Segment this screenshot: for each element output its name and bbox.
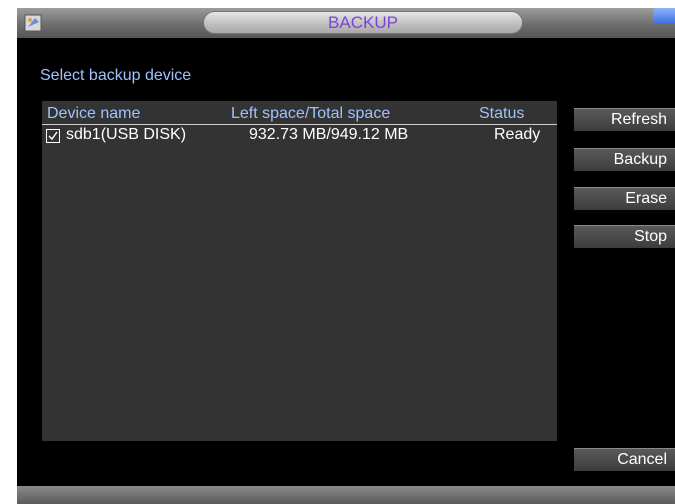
window-title: BACKUP: [203, 11, 523, 34]
title-bar: BACKUP: [17, 8, 675, 38]
column-header-status: Status: [479, 105, 525, 122]
checkmark-icon: [48, 131, 58, 141]
column-header-device-name: Device name: [47, 105, 141, 122]
device-table: Device name Left space/Total space Statu…: [42, 101, 557, 441]
space-cell: 932.73 MB/949.12 MB: [249, 126, 409, 143]
erase-button[interactable]: Erase: [574, 187, 675, 210]
window-corner-icon[interactable]: [653, 8, 675, 24]
device-checkbox[interactable]: [46, 129, 60, 143]
app-logo-icon: [24, 14, 42, 32]
backup-button[interactable]: Backup: [574, 148, 675, 171]
table-row[interactable]: sdb1(USB DISK) 932.73 MB/949.12 MB Ready: [42, 125, 557, 147]
refresh-button[interactable]: Refresh: [574, 108, 675, 131]
cancel-button[interactable]: Cancel: [574, 448, 675, 471]
section-label: Select backup device: [40, 67, 192, 84]
stop-button[interactable]: Stop: [574, 225, 675, 248]
backup-window: BACKUP Select backup device Device name …: [17, 8, 675, 504]
status-cell: Ready: [494, 126, 541, 143]
column-header-space: Left space/Total space: [231, 105, 391, 122]
device-name-cell: sdb1(USB DISK): [66, 126, 187, 143]
bottom-bar: [17, 486, 675, 504]
